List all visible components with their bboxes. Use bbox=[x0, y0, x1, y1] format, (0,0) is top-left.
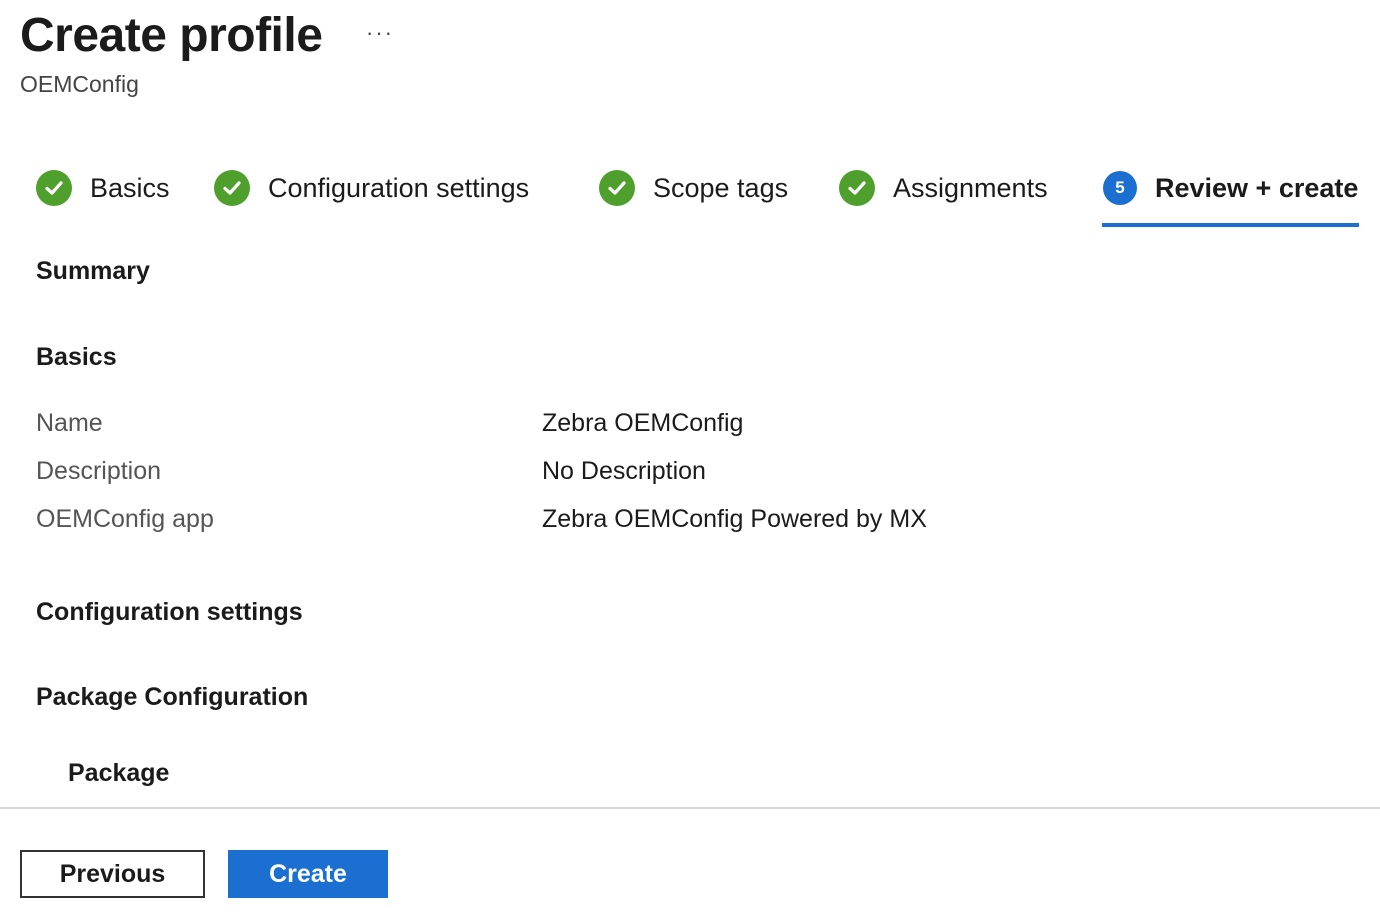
name-label: Name bbox=[36, 409, 103, 437]
check-circle-icon bbox=[214, 170, 250, 206]
package-configuration-heading: Package Configuration bbox=[36, 683, 309, 711]
check-circle-icon bbox=[599, 170, 635, 206]
configuration-settings-heading: Configuration settings bbox=[36, 598, 303, 626]
more-options-button[interactable]: ··· bbox=[366, 20, 394, 46]
description-value: No Description bbox=[542, 457, 706, 485]
package-heading: Package bbox=[68, 759, 170, 787]
create-profile-page: Create profile ··· OEMConfig Basics Conf… bbox=[0, 0, 1380, 916]
active-tab-indicator bbox=[1102, 223, 1359, 227]
tab-configuration-settings[interactable]: Configuration settings bbox=[214, 170, 529, 228]
tab-label: Basics bbox=[90, 173, 170, 203]
tab-label: Configuration settings bbox=[268, 173, 530, 203]
step-number: 5 bbox=[1115, 178, 1125, 197]
tab-label: Assignments bbox=[893, 173, 1048, 203]
previous-button[interactable]: Previous bbox=[20, 850, 205, 898]
name-value: Zebra OEMConfig bbox=[542, 409, 744, 437]
oemconfig-app-value: Zebra OEMConfig Powered by MX bbox=[542, 505, 927, 533]
tab-scope-tags[interactable]: Scope tags bbox=[599, 170, 788, 228]
check-circle-icon bbox=[839, 170, 875, 206]
page-title: Create profile bbox=[20, 9, 323, 62]
page-subtitle: OEMConfig bbox=[20, 71, 139, 97]
wizard-steps: Basics Configuration settings Scope tags… bbox=[0, 170, 1380, 230]
tab-label: Scope tags bbox=[653, 173, 789, 203]
oemconfig-app-label: OEMConfig app bbox=[36, 505, 214, 533]
tab-label: Review + create bbox=[1155, 173, 1359, 203]
tab-basics[interactable]: Basics bbox=[36, 170, 170, 228]
tab-assignments[interactable]: Assignments bbox=[839, 170, 1048, 228]
create-button[interactable]: Create bbox=[228, 850, 388, 898]
tab-review-create[interactable]: 5 Review + create bbox=[1103, 170, 1358, 228]
description-label: Description bbox=[36, 457, 162, 485]
check-circle-icon bbox=[36, 170, 72, 206]
footer-divider bbox=[0, 807, 1380, 809]
basics-heading: Basics bbox=[36, 343, 117, 371]
summary-heading: Summary bbox=[36, 257, 150, 285]
step-number-icon: 5 bbox=[1103, 171, 1137, 205]
